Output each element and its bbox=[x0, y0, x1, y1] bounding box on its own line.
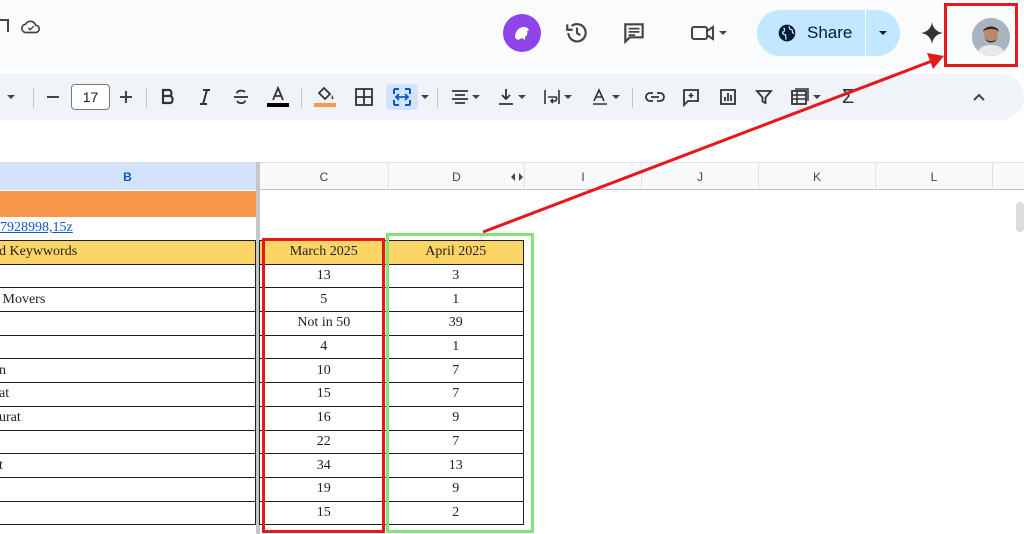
vertical-scrollbar[interactable] bbox=[1016, 202, 1024, 232]
annotation-arrow bbox=[482, 53, 944, 234]
